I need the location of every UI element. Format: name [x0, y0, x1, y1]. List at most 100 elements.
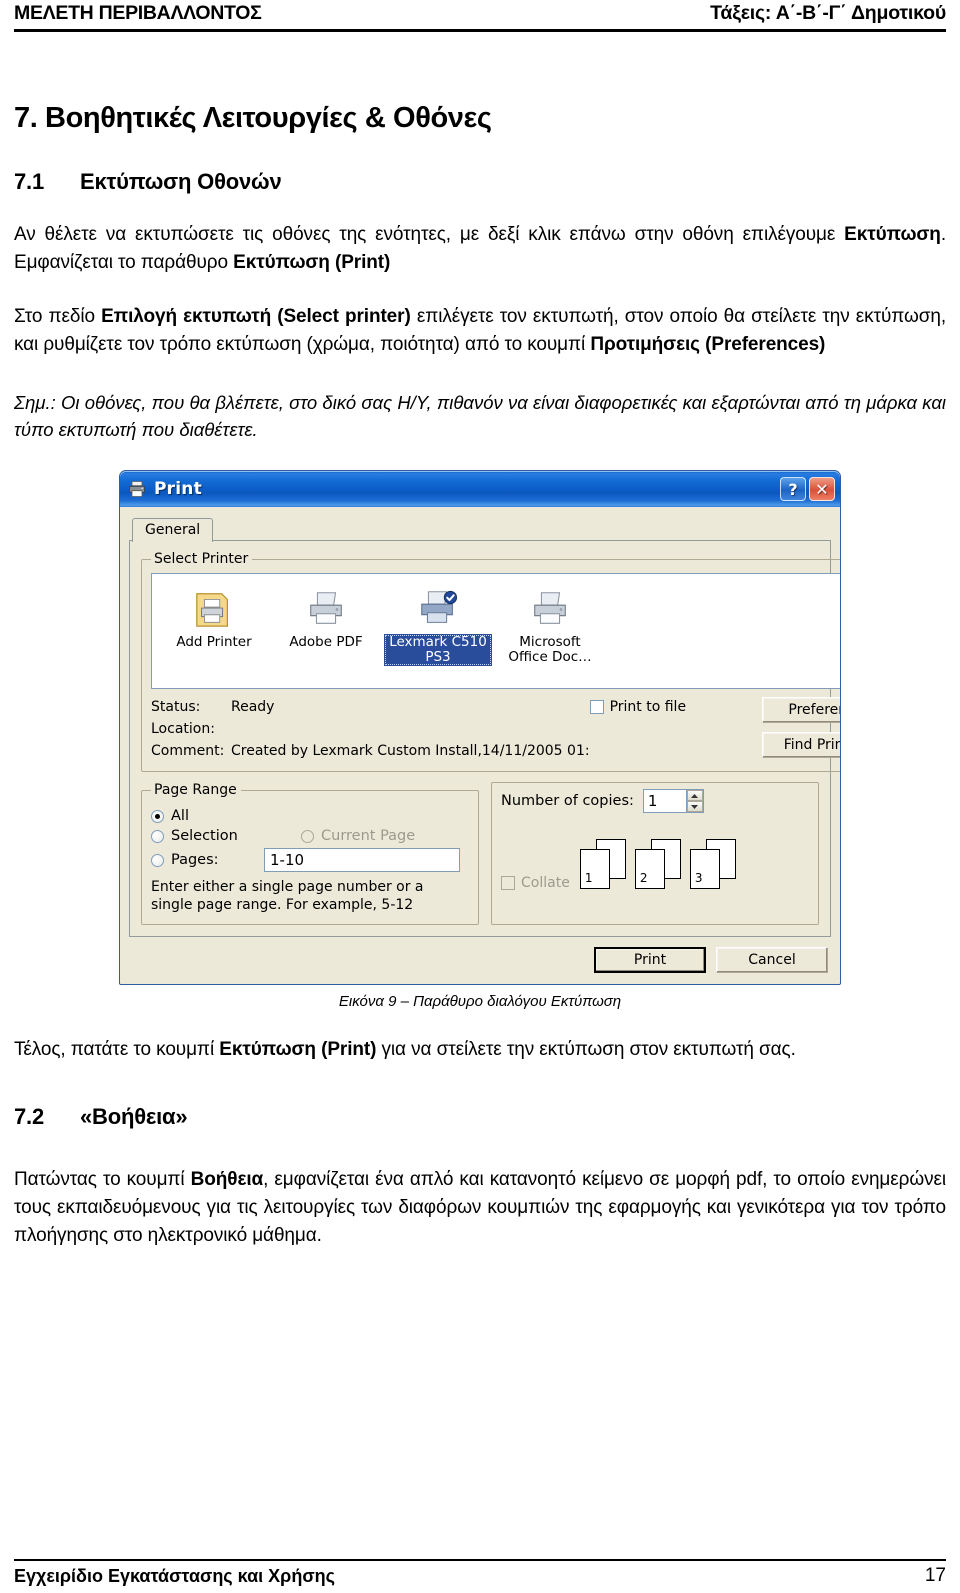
- status-row: Status: Ready: [151, 697, 590, 719]
- dialog-lower-section: Page Range All Selection Current Page Pa…: [141, 782, 819, 926]
- radio-all[interactable]: All: [151, 808, 469, 824]
- collate-preview: 1 1 2 2 3: [579, 839, 738, 891]
- paragraph-help: Πατώντας το κουμπί Βοήθεια, εμφανίζεται …: [14, 1166, 946, 1250]
- tab-strip: General: [132, 515, 831, 543]
- collate-page-pair: 3 3: [689, 839, 738, 890]
- dialog-action-buttons: Print Cancel: [129, 938, 831, 975]
- status-value: Ready: [231, 699, 275, 716]
- document-page: ΜΕΛΕΤΗ ΠΕΡΙΒΑΛΛΟΝΤΟΣ Τάξεις: Α΄-Β΄-Γ΄ Δη…: [0, 0, 960, 1593]
- radio-all-label: All: [171, 808, 189, 825]
- print-to-file-area: Print to file: [589, 697, 762, 762]
- printer-item-microsoft-office-doc[interactable]: Microsoft Office Doc…: [496, 582, 604, 688]
- printer-device-icon: [384, 584, 492, 630]
- paragraph-final-bold: Εκτύπωση (Print): [219, 1039, 377, 1061]
- paragraph-intro-bold2: Εκτύπωση (Print): [233, 251, 391, 273]
- print-to-file-checkbox[interactable]: Print to file: [589, 699, 762, 715]
- collate-sheet: 1: [579, 849, 610, 890]
- header-title-left: ΜΕΛΕΤΗ ΠΕΡΙΒΑΛΛΟΝΤΟΣ: [14, 2, 262, 24]
- select-printer-group: Select Printer Add Printer Adobe PDF Lex…: [141, 551, 840, 773]
- radio-icon[interactable]: [151, 829, 164, 843]
- checkbox-icon[interactable]: [589, 700, 604, 715]
- figure-print-dialog: Print ? ✕ General Select Printer Add Pri…: [14, 470, 946, 986]
- printer-device-icon: [496, 584, 604, 630]
- dialog-titlebar[interactable]: Print ? ✕: [120, 471, 840, 508]
- radio-current-page-label: Current Page: [321, 828, 416, 845]
- paragraph-help-bold: Βοήθεια: [190, 1168, 264, 1190]
- printer-label: Adobe PDF: [289, 634, 363, 651]
- collate-checkbox: Collate: [501, 875, 570, 891]
- printer-status-area: Status: Ready Location: Comment: Created: [151, 697, 840, 762]
- paragraph-final-part2: για να στείλετε την εκτύπωση στον εκτυπω…: [376, 1039, 796, 1061]
- printer-item-add-printer[interactable]: Add Printer: [160, 582, 268, 688]
- header-title-right: Τάξεις: Α΄-Β΄-Γ΄ Δημοτικού: [710, 2, 946, 24]
- section-heading-7-1: 7.1 Εκτύπωση Οθονών: [14, 169, 946, 195]
- printer-list-shell: Add Printer Adobe PDF Lexmark C510 PS3 M…: [151, 573, 840, 690]
- copies-row: Number of copies: 1: [501, 789, 809, 814]
- dialog-title: Print: [154, 479, 202, 500]
- figure-caption: Εικόνα 9 – Παράθυρο διαλόγου Εκτύπωση: [338, 993, 622, 1011]
- copies-label: Number of copies:: [501, 793, 634, 810]
- footer-page-number: 17: [924, 1565, 946, 1586]
- collate-page-pair: 2 2: [634, 839, 683, 890]
- printer-device-icon: [272, 584, 380, 630]
- pages-input[interactable]: 1-10: [264, 848, 460, 873]
- print-button[interactable]: Print: [594, 947, 706, 974]
- radio-icon[interactable]: [151, 853, 164, 867]
- printer-label: Add Printer: [176, 634, 252, 651]
- dialog-body: General Select Printer Add Printer Adobe…: [120, 507, 840, 985]
- document-footer: Εγχειρίδιο Εγκατάστασης και Χρήσης 17: [14, 1559, 946, 1587]
- printer-status-fields: Status: Ready Location: Comment: Created: [151, 697, 590, 762]
- radio-row-selection: Selection Current Page: [151, 828, 469, 844]
- preferences-button[interactable]: Preferences: [761, 697, 840, 724]
- find-printer-button[interactable]: Find Printer...: [761, 732, 840, 759]
- collate-sheet: 2: [634, 849, 665, 890]
- paragraph-select-bold2: Προτιμήσεις (Preferences): [590, 333, 826, 355]
- paragraph-note: Σημ.: Οι οθόνες, που θα βλέπετε, στο δικ…: [14, 391, 946, 441]
- page-range-group: Page Range All Selection Current Page Pa…: [141, 782, 479, 926]
- location-row: Location:: [151, 719, 590, 741]
- paragraph-final-part1: Τέλος, πατάτε το κουμπί: [14, 1039, 220, 1061]
- cancel-button[interactable]: Cancel: [716, 947, 828, 974]
- help-icon[interactable]: ?: [780, 477, 806, 502]
- paragraph-help-part1: Πατώντας το κουμπί: [14, 1168, 191, 1190]
- printer-item-adobe-pdf[interactable]: Adobe PDF: [272, 582, 380, 688]
- radio-pages-label: Pages:: [171, 852, 219, 869]
- printer-list[interactable]: Add Printer Adobe PDF Lexmark C510 PS3 M…: [152, 574, 840, 688]
- printer-item-lexmark-c510-ps3[interactable]: Lexmark C510 PS3: [384, 582, 492, 688]
- paragraph-intro: Αν θέλετε να εκτυπώσετε τις οθόνες της ε…: [14, 221, 946, 277]
- paragraph-select-part1: Στο πεδίο: [14, 305, 102, 327]
- pages-row: Pages: 1-10: [151, 848, 469, 873]
- comment-row: Comment: Created by Lexmark Custom Insta…: [151, 741, 590, 763]
- radio-pages[interactable]: Pages:: [151, 852, 254, 868]
- paragraph-intro-part1: Αν θέλετε να εκτυπώσετε τις οθόνες της ε…: [14, 224, 845, 245]
- printer-label: Lexmark C510 PS3: [384, 634, 492, 667]
- copies-input[interactable]: 1: [644, 790, 686, 812]
- page-range-hint: Enter either a single page number or a s…: [151, 879, 424, 914]
- radio-selection-label: Selection: [171, 828, 238, 845]
- stepper-up-icon[interactable]: [686, 790, 703, 802]
- paragraph-intro-bold1: Εκτύπωση: [844, 224, 941, 245]
- tab-general[interactable]: General: [132, 518, 214, 543]
- copies-group: Number of copies: 1 Collate 1 2 3: [491, 782, 819, 926]
- collate-label: Collate: [521, 875, 570, 892]
- printer-label: Microsoft Office Doc…: [508, 634, 592, 666]
- printer-icon: [129, 481, 145, 498]
- page-title: 7. Βοηθητικές Λειτουργίες & Οθόνες: [14, 102, 492, 134]
- printer-action-buttons: Preferences Find Printer...: [761, 697, 840, 762]
- radio-selection[interactable]: Selection: [151, 828, 291, 844]
- stepper-buttons: [685, 790, 703, 813]
- titlebar-buttons: ? ✕: [780, 477, 835, 502]
- close-icon[interactable]: ✕: [809, 477, 835, 502]
- comment-label: Comment:: [151, 742, 225, 759]
- status-label: Status:: [151, 699, 201, 716]
- footer-text: Εγχειρίδιο Εγκατάστασης και Χρήσης: [14, 1565, 335, 1586]
- paragraph-select-bold1: Επιλογή εκτυπωτή (Select printer): [101, 305, 411, 327]
- stepper-down-icon[interactable]: [686, 801, 703, 813]
- add-printer-icon: [160, 584, 268, 630]
- collate-sheet: 3: [689, 849, 720, 890]
- comment-value: Created by Lexmark Custom Install,14/11/…: [231, 742, 590, 759]
- page-range-legend: Page Range: [154, 782, 237, 799]
- radio-icon[interactable]: [151, 809, 164, 823]
- document-header: ΜΕΛΕΤΗ ΠΕΡΙΒΑΛΛΟΝΤΟΣ Τάξεις: Α΄-Β΄-Γ΄ Δη…: [14, 0, 946, 32]
- copies-stepper[interactable]: 1: [642, 789, 704, 814]
